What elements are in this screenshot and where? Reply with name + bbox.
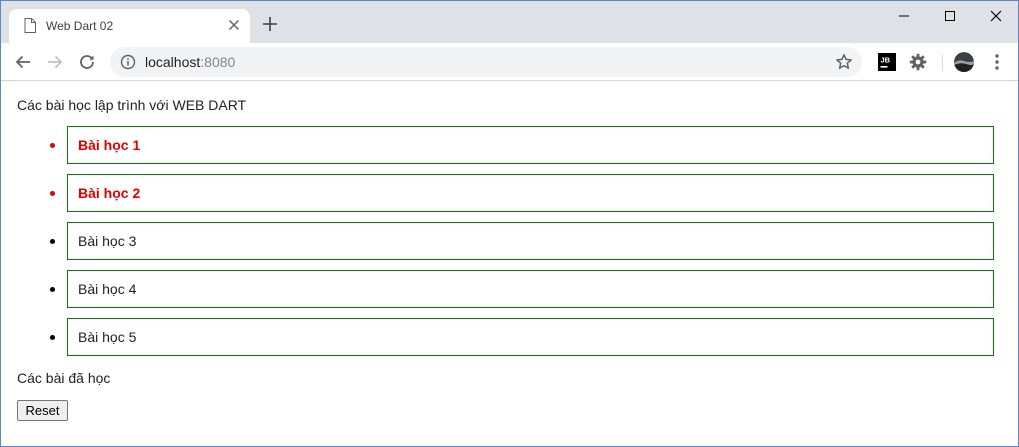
back-button[interactable] xyxy=(13,52,33,72)
lesson-item-5[interactable]: Bài học 5 xyxy=(67,318,994,356)
gear-icon[interactable] xyxy=(909,53,927,71)
profile-avatar-image xyxy=(954,52,974,72)
reload-button[interactable] xyxy=(77,52,97,72)
maximize-icon xyxy=(945,11,955,21)
lesson-label: Bài học 3 xyxy=(78,233,137,249)
lesson-label: Bài học 5 xyxy=(78,329,137,345)
lesson-label: Bài học 4 xyxy=(78,281,137,297)
list-bullet xyxy=(50,335,55,340)
plus-icon[interactable] xyxy=(262,16,278,32)
jb-label: JB xyxy=(881,56,891,65)
minimize-button[interactable] xyxy=(881,1,927,31)
list-bullet xyxy=(50,287,55,292)
url-port: :8080 xyxy=(200,54,236,70)
star-icon[interactable] xyxy=(835,53,853,71)
lesson-item-3[interactable]: Bài học 3 xyxy=(67,222,994,260)
list-bullet xyxy=(50,239,55,244)
url-text[interactable]: localhost:8080 xyxy=(145,54,235,70)
page-content: Các bài học lập trình với WEB DART Bài h… xyxy=(1,82,1018,446)
list-bullet xyxy=(50,191,55,196)
close-icon xyxy=(990,10,1002,22)
url-host: localhost xyxy=(145,54,201,70)
reset-button[interactable]: Reset xyxy=(17,400,68,421)
address-bar[interactable]: localhost:8080 xyxy=(110,47,862,77)
minimize-icon xyxy=(899,15,909,17)
arrow-right-icon xyxy=(48,55,63,69)
lesson-item-1[interactable]: Bài học 1 xyxy=(67,126,994,164)
lesson-item-2[interactable]: Bài học 2 xyxy=(67,174,994,212)
lesson-label: Bài học 1 xyxy=(78,137,141,153)
page-title: Các bài học lập trình với WEB DART xyxy=(17,97,247,113)
info-icon[interactable] xyxy=(120,54,136,70)
list-bullet xyxy=(50,143,55,148)
done-section-title: Các bài đã học xyxy=(17,370,111,386)
browser-toolbar: localhost:8080 JB xyxy=(1,43,1018,81)
close-icon[interactable] xyxy=(228,19,240,31)
maximize-button[interactable] xyxy=(927,1,973,31)
window-close-button[interactable] xyxy=(973,1,1019,31)
lesson-label: Bài học 2 xyxy=(78,185,141,201)
kebab-menu-icon[interactable] xyxy=(989,53,1005,71)
arrow-left-icon xyxy=(15,55,30,69)
forward-button[interactable] xyxy=(45,52,65,72)
document-icon xyxy=(24,18,36,33)
lesson-item-4[interactable]: Bài học 4 xyxy=(67,270,994,308)
tab-title: Web Dart 02 xyxy=(46,19,114,33)
jetbrains-icon[interactable]: JB xyxy=(878,53,896,71)
reload-icon xyxy=(80,55,94,69)
avatar[interactable] xyxy=(954,52,974,72)
browser-tab[interactable]: Web Dart 02 xyxy=(9,9,250,43)
toolbar-separator xyxy=(942,54,943,71)
tab-strip: Web Dart 02 xyxy=(1,1,1018,43)
